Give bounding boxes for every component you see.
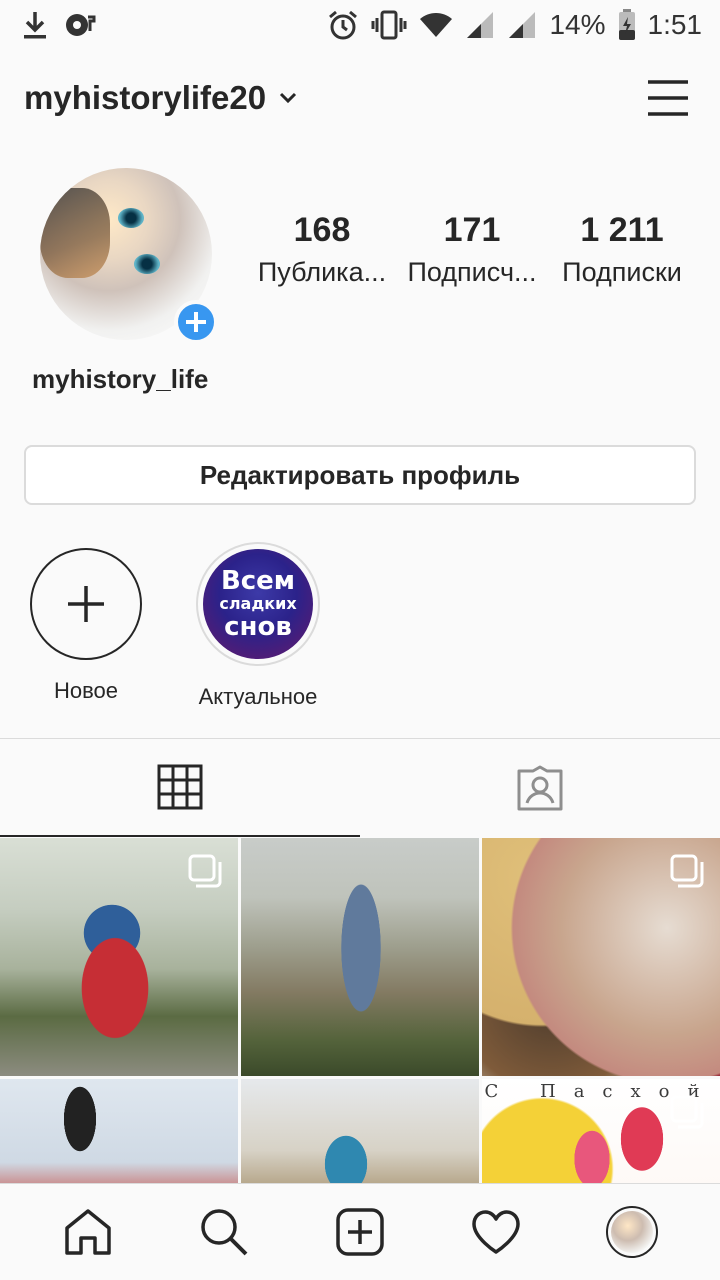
tagged-user-icon bbox=[517, 765, 563, 811]
stat-followers[interactable]: 171 Подписч... bbox=[402, 211, 542, 288]
highlight-cover[interactable]: Всем сладких снов bbox=[196, 542, 320, 666]
header-username[interactable]: myhistorylife20 bbox=[24, 79, 266, 117]
multiple-photos-icon bbox=[670, 1095, 704, 1129]
search-icon bbox=[201, 1209, 248, 1256]
post-thumbnail[interactable] bbox=[482, 838, 720, 1076]
tab-tagged[interactable] bbox=[360, 739, 720, 837]
grid-icon bbox=[157, 764, 203, 810]
download-icon bbox=[22, 10, 48, 40]
profile-stats: 168 Публика... 171 Подписч... 1 211 Подп… bbox=[252, 211, 692, 288]
tab-grid[interactable] bbox=[0, 739, 360, 837]
story-highlights: Новое Всем сладких снов Актуальное bbox=[20, 542, 324, 710]
multiple-photos-icon bbox=[670, 854, 704, 888]
highlight-new[interactable]: Новое bbox=[20, 548, 152, 710]
wifi-icon bbox=[419, 11, 453, 39]
edit-profile-button[interactable]: Редактировать профиль bbox=[24, 445, 696, 505]
display-name: myhistory_life bbox=[32, 364, 209, 394]
signal-icon bbox=[465, 10, 495, 40]
menu-button[interactable] bbox=[646, 78, 690, 118]
post-thumbnail[interactable]: С Пасхой bbox=[482, 1079, 720, 1183]
signal-icon bbox=[507, 10, 537, 40]
post-thumbnail[interactable] bbox=[0, 838, 238, 1076]
battery-icon bbox=[618, 9, 636, 41]
highlight-cover-text: Всем bbox=[220, 566, 296, 596]
stat-following[interactable]: 1 211 Подписки bbox=[552, 211, 692, 288]
post-thumbnail[interactable] bbox=[241, 1079, 479, 1183]
nav-new-post[interactable] bbox=[320, 1192, 400, 1272]
add-story-button[interactable] bbox=[174, 300, 218, 344]
stat-value: 1 211 bbox=[580, 211, 664, 249]
chevron-down-icon[interactable] bbox=[278, 91, 298, 105]
stat-value: 171 bbox=[443, 211, 501, 249]
plus-icon bbox=[186, 312, 206, 332]
hamburger-icon[interactable] bbox=[646, 78, 690, 118]
stat-label: Публика... bbox=[257, 257, 387, 288]
highlight-cover-text: снов bbox=[224, 612, 292, 642]
posts-grid: С Пасхой bbox=[0, 838, 720, 1183]
add-post-icon bbox=[336, 1208, 384, 1256]
profile-avatar-container[interactable] bbox=[40, 168, 218, 344]
profile-header: myhistorylife20 bbox=[0, 50, 720, 146]
nav-profile[interactable] bbox=[592, 1192, 672, 1272]
highlight-label: Актуальное bbox=[198, 684, 318, 709]
profile-tabs bbox=[0, 738, 720, 837]
highlight-item[interactable]: Всем сладких снов Актуальное bbox=[192, 542, 324, 710]
nav-search[interactable] bbox=[184, 1192, 264, 1272]
heart-icon bbox=[472, 1210, 520, 1254]
post-thumbnail[interactable] bbox=[241, 838, 479, 1076]
nav-activity[interactable] bbox=[456, 1192, 536, 1272]
highlight-label: Новое bbox=[53, 678, 119, 703]
nav-home[interactable] bbox=[48, 1192, 128, 1272]
post-thumbnail[interactable] bbox=[0, 1079, 238, 1183]
multiple-photos-icon bbox=[188, 854, 222, 888]
clock: 1:51 bbox=[647, 9, 703, 40]
plus-icon bbox=[68, 586, 104, 622]
stat-value: 168 bbox=[293, 211, 351, 249]
account-switcher[interactable]: myhistorylife20 bbox=[24, 79, 298, 117]
profile-avatar-icon bbox=[606, 1206, 658, 1258]
stat-label: Подписч... bbox=[407, 257, 537, 288]
battery-percent: 14% bbox=[549, 9, 606, 40]
new-highlight-circle[interactable] bbox=[30, 548, 142, 660]
highlight-cover-text: сладких bbox=[219, 594, 297, 613]
home-icon bbox=[65, 1209, 111, 1255]
stat-label: Подписки bbox=[562, 257, 682, 288]
stat-posts[interactable]: 168 Публика... bbox=[252, 211, 392, 288]
status-bar: 14% 1:51 bbox=[0, 0, 720, 50]
alarm-icon bbox=[327, 9, 359, 41]
bottom-navigation bbox=[0, 1183, 720, 1280]
media-icon bbox=[64, 11, 96, 39]
vibrate-icon bbox=[371, 10, 407, 40]
